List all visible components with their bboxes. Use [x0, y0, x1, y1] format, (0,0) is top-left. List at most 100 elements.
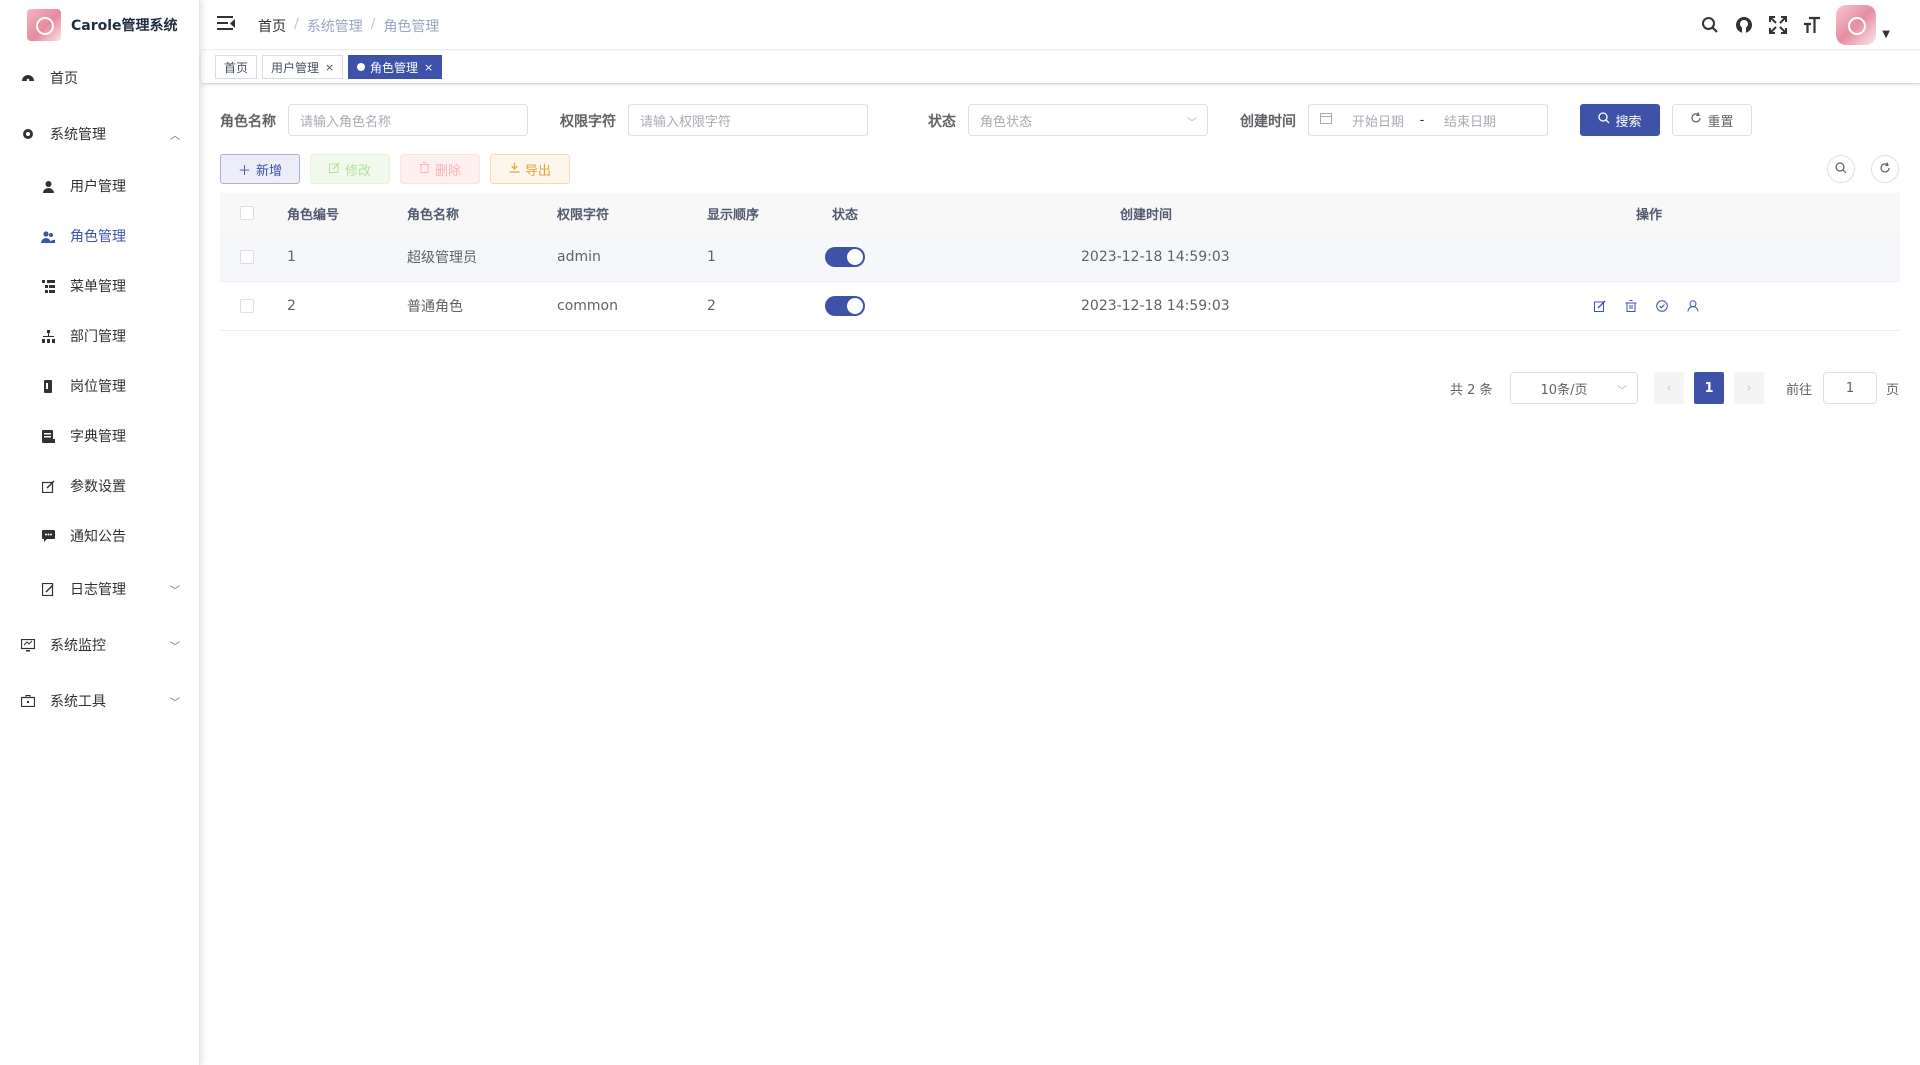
app-title: Carole管理系统: [71, 18, 178, 34]
sidebar-item-home[interactable]: 首页: [0, 62, 200, 94]
tag-home[interactable]: 首页: [215, 55, 258, 79]
table-header: 角色编号 角色名称 权限字符 显示顺序 状态 创建时间 操作: [220, 193, 1900, 233]
sidebar-item-label: 参数设置: [70, 479, 126, 495]
sidebar-item-label: 系统管理: [50, 127, 106, 143]
sidebar-item-notices[interactable]: 通知公告: [0, 520, 200, 552]
post-icon: [40, 378, 56, 394]
cell-sort: 2: [707, 298, 716, 314]
start-date-input[interactable]: 开始日期: [1344, 111, 1412, 130]
gear-icon: [20, 126, 36, 142]
goto-label: 前往: [1786, 382, 1813, 398]
hamburger-icon[interactable]: [217, 15, 235, 33]
calendar-icon: [1320, 112, 1332, 128]
delete-icon[interactable]: [1623, 298, 1639, 314]
logo[interactable]: Carole管理系统: [0, 0, 199, 50]
row-checkbox[interactable]: [240, 299, 254, 313]
tree-table-icon: [40, 278, 56, 294]
peoples-icon: [40, 228, 56, 244]
toggle-search-button[interactable]: [1827, 155, 1855, 183]
chevron-down-icon: ﹀: [170, 585, 180, 597]
sidebar-item-depts[interactable]: 部门管理: [0, 320, 200, 352]
user-icon[interactable]: [1685, 298, 1701, 314]
github-icon[interactable]: [1734, 15, 1754, 35]
status-switch[interactable]: [825, 247, 865, 267]
edit-icon: [40, 478, 56, 494]
col-sort: 显示顺序: [707, 207, 760, 223]
caret-down-icon[interactable]: ▼: [1882, 29, 1890, 40]
sidebar-item-system[interactable]: 系统管理 ︿: [0, 118, 200, 150]
navbar-tools: ▼: [1700, 0, 1890, 50]
close-icon[interactable]: ×: [325, 61, 334, 74]
plus-icon: ＋: [237, 163, 251, 179]
sidebar-item-tools[interactable]: 系统工具 ﹀: [0, 685, 200, 717]
chevron-down-icon: ﹀: [170, 641, 180, 653]
delete-button[interactable]: 删除: [400, 154, 480, 184]
row-checkbox[interactable]: [240, 250, 254, 264]
avatar[interactable]: [1836, 5, 1877, 45]
sidebar-item-label: 系统监控: [50, 638, 106, 654]
search-icon[interactable]: [1700, 15, 1720, 35]
sidebar-item-label: 用户管理: [70, 179, 126, 195]
trash-icon: [419, 161, 430, 177]
sidebar-item-monitor[interactable]: 系统监控 ﹀: [0, 629, 200, 661]
col-role-key: 权限字符: [557, 207, 610, 223]
search-button[interactable]: 搜索: [1580, 104, 1660, 136]
prev-page-button[interactable]: ‹: [1654, 372, 1684, 404]
sidebar-item-dicts[interactable]: 字典管理: [0, 420, 200, 452]
page-size-select[interactable]: 10条/页 ﹀: [1510, 372, 1638, 404]
role-name-input[interactable]: 请输入角色名称: [288, 104, 528, 136]
delete-button-label: 删除: [434, 163, 461, 179]
date-range-picker[interactable]: 开始日期 - 结束日期: [1308, 104, 1548, 136]
roles-table: 角色编号 角色名称 权限字符 显示顺序 状态 创建时间 操作 1 超级管理员 a…: [220, 193, 1900, 331]
table-row[interactable]: 1 超级管理员 admin 1 2023-12-18 14:59:03: [220, 233, 1900, 282]
sidebar-item-label: 菜单管理: [70, 279, 126, 295]
select-all-checkbox[interactable]: [240, 206, 254, 220]
col-created: 创建时间: [1120, 207, 1173, 223]
sidebar-item-roles[interactable]: 角色管理: [0, 220, 200, 252]
chevron-down-icon: ﹀: [1617, 386, 1627, 397]
goto-page-input[interactable]: 1: [1823, 372, 1877, 404]
close-icon[interactable]: ×: [424, 61, 433, 74]
tag-role[interactable]: 角色管理 ×: [348, 55, 443, 79]
reset-button[interactable]: 重置: [1672, 104, 1752, 136]
dict-icon: [40, 428, 56, 444]
reset-button-label: 重置: [1707, 114, 1734, 130]
sidebar-item-menus[interactable]: 菜单管理: [0, 270, 200, 302]
font-size-icon[interactable]: [1802, 15, 1822, 35]
sidebar: Carole管理系统 首页 系统管理 ︿ 用户管理 角色管理 菜单管理 部门管理…: [0, 0, 200, 1065]
edit-button-label: 修改: [344, 163, 371, 179]
role-name-label: 角色名称: [220, 114, 276, 130]
sidebar-item-config[interactable]: 参数设置: [0, 470, 200, 502]
cell-created: 2023-12-18 14:59:03: [1081, 249, 1230, 265]
table-row[interactable]: 2 普通角色 common 2 2023-12-18 14:59:03: [220, 282, 1900, 331]
date-separator: -: [1419, 112, 1425, 128]
tag-label: 角色管理: [370, 60, 419, 75]
end-date-input[interactable]: 结束日期: [1432, 111, 1508, 130]
sidebar-item-label: 角色管理: [70, 229, 126, 245]
chevron-down-icon: ﹀: [1187, 118, 1197, 129]
export-button[interactable]: 导出: [490, 154, 570, 184]
page-1-button[interactable]: 1: [1694, 372, 1724, 404]
status-switch[interactable]: [825, 296, 865, 316]
tag-user[interactable]: 用户管理 ×: [262, 55, 344, 79]
check-circle-icon[interactable]: [1654, 298, 1670, 314]
status-select[interactable]: 角色状态 ﹀: [968, 104, 1208, 136]
user-icon: [40, 178, 56, 194]
breadcrumb-current: 角色管理: [383, 19, 440, 35]
sidebar-item-users[interactable]: 用户管理: [0, 170, 200, 202]
next-page-button[interactable]: ›: [1734, 372, 1764, 404]
breadcrumb-home[interactable]: 首页: [258, 16, 286, 36]
add-button[interactable]: ＋ 新增: [220, 154, 300, 184]
cell-role-id: 1: [287, 249, 296, 265]
fullscreen-icon[interactable]: [1768, 15, 1788, 35]
col-status: 状态: [832, 207, 859, 223]
perm-input[interactable]: 请输入权限字符: [628, 104, 868, 136]
search-icon: [1835, 161, 1847, 177]
perm-label: 权限字符: [560, 114, 616, 130]
edit-icon[interactable]: [1592, 298, 1608, 314]
edit-button[interactable]: 修改: [310, 154, 390, 184]
refresh-button[interactable]: [1871, 155, 1899, 183]
breadcrumb: 首页 / 系统管理 / 角色管理: [258, 16, 439, 36]
sidebar-item-posts[interactable]: 岗位管理: [0, 370, 200, 402]
sidebar-item-logs[interactable]: 日志管理 ﹀: [0, 573, 200, 605]
